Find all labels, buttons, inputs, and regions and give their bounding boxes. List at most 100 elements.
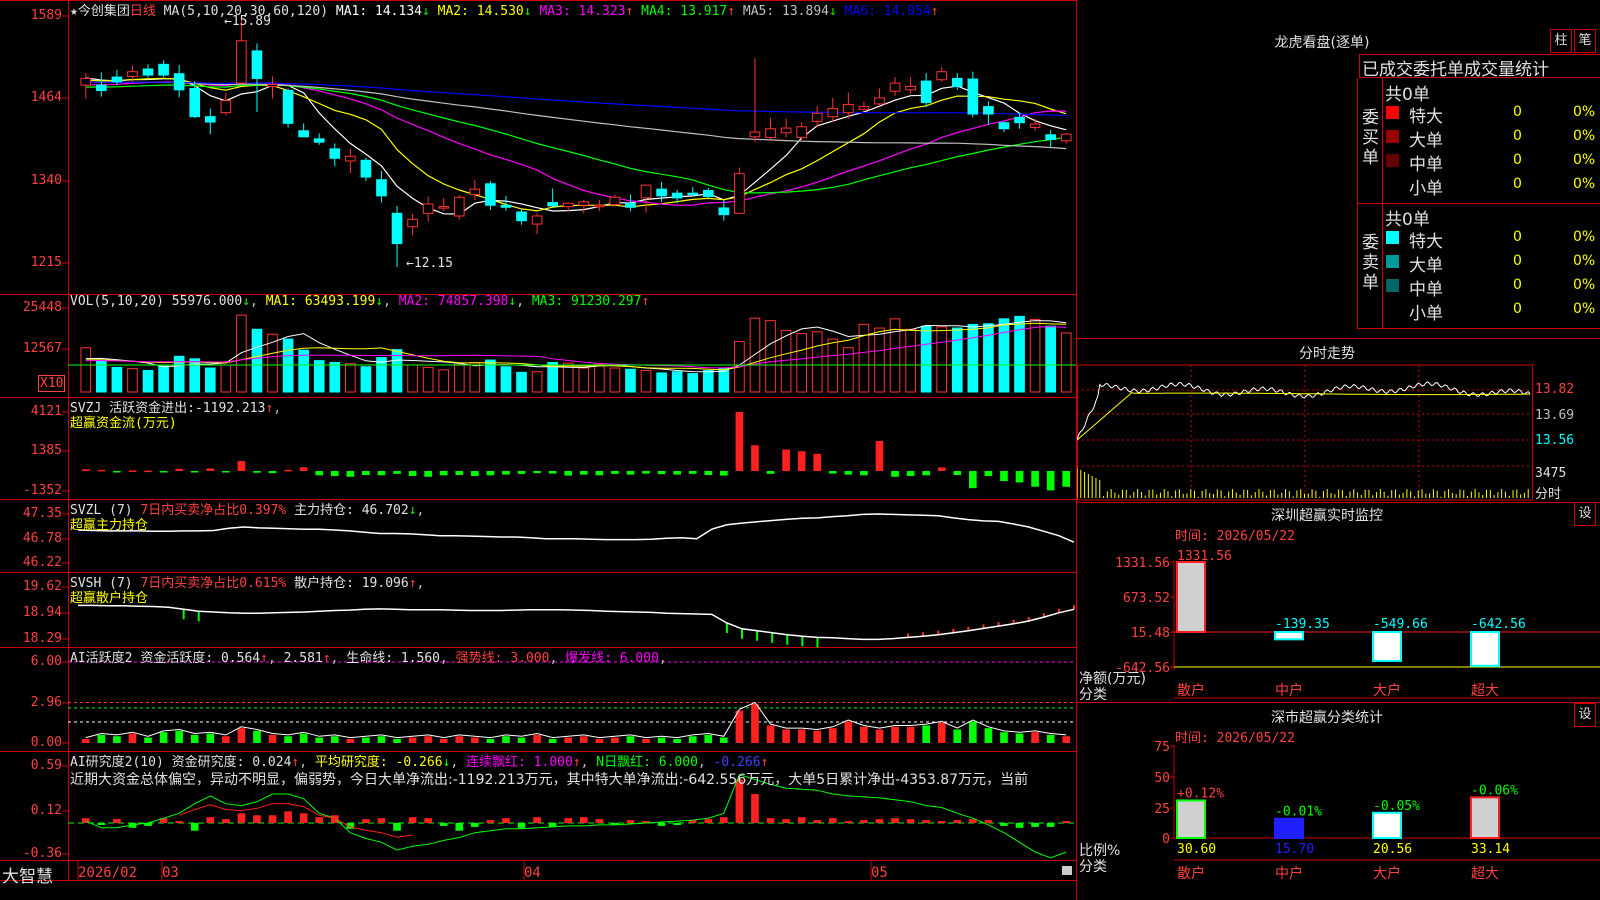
ma-value-6: MA6: 14.054 (844, 4, 931, 19)
vol-ma3: MA3: 91230.297 (531, 294, 642, 309)
volume-bar (422, 366, 434, 393)
ai1-bar (471, 737, 479, 743)
svsh-line (78, 604, 1075, 641)
ai2-bar (1015, 823, 1024, 828)
ai2-bar (533, 817, 541, 823)
candle (407, 218, 418, 228)
sz-bar-label: 超大 (1471, 683, 1499, 699)
ai2-bar (517, 823, 526, 828)
separator (735, 4, 743, 19)
candle (687, 192, 699, 196)
candle (1029, 123, 1041, 128)
svzj-bar (486, 471, 495, 476)
ai1-bar (97, 734, 106, 743)
ai1-bar (268, 734, 277, 743)
svzj-bar (657, 471, 666, 475)
xaxis-label: 04 (524, 865, 541, 881)
svzj-bar (579, 471, 588, 475)
sell-row-name: 大单 (1409, 256, 1443, 276)
st-settings-button[interactable]: 设 (1574, 703, 1596, 727)
ai1-ytick: 0.00 (30, 735, 62, 750)
candle (843, 104, 854, 114)
ai1-bar (237, 728, 246, 743)
svzj-bar (97, 469, 106, 472)
ai1-bar (720, 737, 728, 743)
vol-header: VOL(5,10,20) 55976.000↓, MA1: 63493.199↓… (70, 294, 650, 309)
period-label[interactable]: 日线 (130, 4, 156, 19)
svzj-bar (284, 469, 292, 472)
ai2-bar (455, 823, 464, 831)
candle (376, 179, 387, 197)
ts-chart[interactable] (1077, 362, 1600, 504)
sz-ytick: 673.52 (1123, 591, 1170, 606)
svzj-bar (860, 471, 868, 476)
svzj-bar (626, 471, 635, 475)
ai1-burst: 爆发线: 6.000 (565, 651, 659, 666)
candle (111, 76, 123, 83)
arrow-up-icon: ↑ (408, 576, 417, 591)
ai1-bar (642, 738, 650, 743)
ai2-bar (424, 818, 432, 823)
ai1-strong: 强势线: 3.000 (455, 651, 550, 666)
arrow-up-icon: ↑ (760, 755, 769, 770)
ai2-bar (720, 817, 728, 823)
chart-area[interactable]: ★今创集团日线 MA(5,10,20,30,60,120) MA1: 14.13… (0, 0, 1076, 900)
zhu-button[interactable]: 柱 (1550, 29, 1572, 53)
svzj-bar (362, 471, 370, 476)
sz-bar-label: 中户 (1275, 682, 1303, 699)
svzj-bar (222, 471, 230, 473)
svzj-bar (766, 471, 775, 474)
svzj-bar (424, 471, 432, 477)
separator (633, 4, 641, 19)
volume-bar (1029, 318, 1041, 393)
sell-row-name: 特大 (1409, 232, 1443, 252)
sell-row-pct: 0% (1573, 253, 1596, 269)
ai1-bar (969, 721, 977, 743)
xaxis-label: 05 (871, 865, 888, 881)
buy-row-pct: 0% (1573, 176, 1596, 192)
candle (702, 189, 714, 198)
lock-icon[interactable] (1062, 866, 1072, 875)
ai1-bar (128, 733, 137, 743)
ai2-bar (190, 823, 199, 831)
vol-value: 55976.000 (171, 294, 243, 309)
ai1-bar (253, 730, 261, 743)
ts-price-line (1077, 381, 1531, 441)
ai1-bar (362, 737, 370, 743)
sz-settings-button[interactable]: 设 (1574, 502, 1596, 526)
bi-button[interactable]: 笔 (1574, 29, 1596, 53)
svzj-bar (315, 471, 324, 476)
volume-bar (407, 364, 418, 393)
svzj-bar (268, 471, 277, 474)
arrow-up-icon: ↑ (291, 755, 300, 770)
svsh-sub: 超赢散户持仓 (70, 591, 149, 606)
candle (469, 188, 481, 196)
lhb-tabs[interactable]: 已成交委托单成交量统计 (1359, 54, 1600, 78)
st-bar-delta: +0.12% (1177, 786, 1224, 801)
ai2-bar (471, 823, 479, 827)
buy-row-count: 0 (1513, 128, 1522, 144)
svzj-ytick: 4121 (30, 404, 62, 419)
arrow-up-icon: ↑ (265, 401, 274, 416)
ai1-bar (113, 736, 121, 743)
ai1-bar (657, 737, 666, 743)
volume-bar (453, 363, 465, 393)
ai1-bar (190, 734, 199, 743)
svsh-desc: 7日内买卖净占比0.615% (140, 576, 287, 591)
volume-bar (142, 369, 154, 393)
candle (749, 131, 761, 138)
candle (998, 122, 1010, 130)
candle (220, 100, 232, 114)
arrow-down-icon: ↓ (375, 294, 384, 309)
ai1-bar (408, 737, 417, 743)
svzj-bar (642, 471, 650, 474)
ai1-ytick: 2.96 (30, 695, 62, 710)
sz-bar-value: 1331.56 (1177, 549, 1232, 564)
svzj-bar (253, 471, 261, 473)
candle (671, 192, 683, 199)
arrow-down-icon: ↓ (242, 294, 251, 309)
ai2-bar (408, 817, 417, 823)
volume-bar (282, 338, 294, 393)
volume-bar (656, 372, 667, 393)
ma-line-6 (85, 81, 1067, 117)
